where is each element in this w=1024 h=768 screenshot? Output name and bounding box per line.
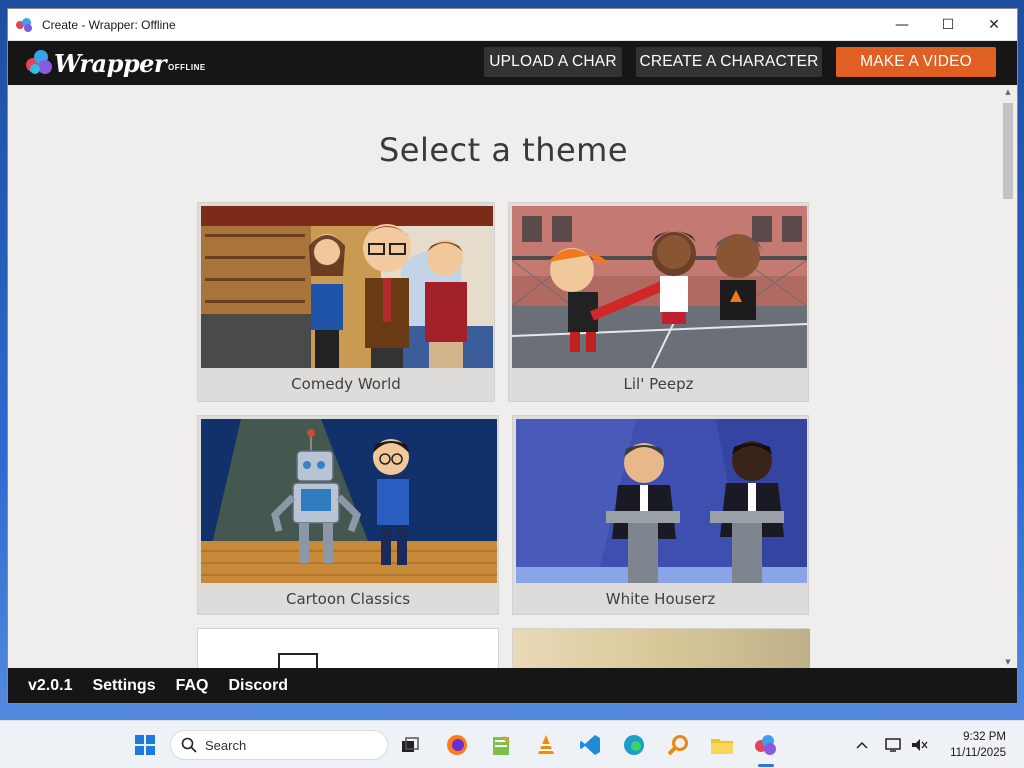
faq-link[interactable]: FAQ [176, 677, 209, 695]
windows-icon [135, 735, 155, 755]
lil-peepz-thumbnail [512, 206, 807, 368]
theme-label: Comedy World [291, 375, 401, 393]
close-button[interactable]: ✕ [971, 9, 1017, 41]
search-label: Search [205, 737, 247, 753]
chevron-up-icon[interactable] [846, 729, 878, 761]
window-title: Create - Wrapper: Offline [42, 17, 176, 32]
theme-card-lil-peepz[interactable]: Lil' Peepz [508, 202, 809, 402]
taskbar-search[interactable]: Search [170, 730, 388, 760]
notepad-icon[interactable] [485, 729, 517, 761]
clock-date: 11/11/2025 [950, 747, 1006, 759]
task-view-icon[interactable] [394, 729, 426, 761]
maximize-button[interactable]: ☐ [925, 9, 971, 41]
theme-card-comedy-world[interactable]: Comedy World [197, 202, 495, 402]
app-footer: v2.0.1 Settings FAQ Discord [8, 668, 1017, 703]
upload-char-button[interactable]: UPLOAD A CHAR [484, 47, 622, 77]
white-houserz-thumbnail [516, 419, 807, 583]
taskbar: Search 9:32 PM 11/11/2025 [0, 720, 1024, 768]
app-window: Create - Wrapper: Offline — ☐ ✕ Wrapper … [8, 9, 1017, 703]
scroll-down-icon[interactable]: ▼ [999, 658, 1017, 666]
firefox-icon[interactable] [441, 729, 473, 761]
scrollbar-thumb[interactable] [1003, 103, 1013, 199]
thumbnail-preview [513, 629, 810, 668]
active-app-indicator [758, 764, 774, 767]
version-label: v2.0.1 [28, 676, 73, 694]
vscode-icon[interactable] [574, 729, 606, 761]
cartoon-classics-thumbnail [201, 419, 497, 583]
theme-content: Select a theme Comedy World Lil' Peepz C… [8, 85, 999, 668]
theme-card-partial[interactable] [512, 628, 810, 668]
edge-icon[interactable] [618, 729, 650, 761]
theme-label: Lil' Peepz [623, 375, 694, 393]
clock-time: 9:32 PM [963, 731, 1006, 743]
start-button[interactable] [129, 729, 161, 761]
theme-label: White Houserz [605, 590, 716, 608]
title-bar: Create - Wrapper: Offline — ☐ ✕ [8, 9, 1017, 41]
theme-card-white-houserz[interactable]: White Houserz [512, 415, 809, 615]
scroll-up-icon[interactable]: ▲ [999, 88, 1017, 96]
taskbar-clock[interactable]: 9:32 PM 11/11/2025 [950, 729, 1006, 761]
vertical-scrollbar[interactable]: ▲ ▼ [999, 85, 1017, 668]
page-title: Select a theme [378, 131, 629, 169]
comedy-world-thumbnail [201, 206, 493, 368]
app-navbar: Wrapper OFFLINE UPLOAD A CHAR CREATE A C… [8, 41, 1017, 115]
wrapper-logo[interactable]: Wrapper OFFLINE [24, 41, 206, 85]
theme-card-cartoon-classics[interactable]: Cartoon Classics [197, 415, 499, 615]
vlc-icon[interactable] [530, 729, 562, 761]
minimize-button[interactable]: — [879, 9, 925, 41]
wrapper-app-icon [16, 17, 34, 32]
volume-icon[interactable] [903, 729, 935, 761]
discord-link[interactable]: Discord [229, 677, 289, 695]
wrapper-app-icon[interactable] [750, 729, 782, 761]
checkbox-icon [278, 653, 318, 668]
logo-wordmark: Wrapper [54, 48, 167, 78]
make-video-button[interactable]: MAKE A VIDEO [836, 47, 996, 77]
theme-label: Cartoon Classics [285, 590, 411, 608]
theme-card-partial[interactable] [197, 628, 499, 668]
logo-offline-text: OFFLINE [168, 63, 206, 72]
file-explorer-icon[interactable] [706, 729, 738, 761]
create-character-button[interactable]: CREATE A CHARACTER [636, 47, 822, 77]
magnifier-icon[interactable] [662, 729, 694, 761]
search-icon [181, 737, 197, 753]
settings-link[interactable]: Settings [92, 677, 155, 695]
logo-icon [24, 48, 58, 78]
